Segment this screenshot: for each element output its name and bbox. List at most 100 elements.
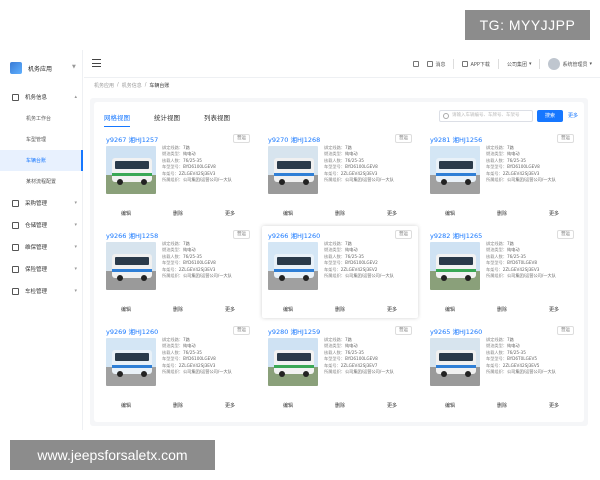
bus-photo[interactable] bbox=[268, 338, 318, 386]
more-button[interactable]: 更多 bbox=[549, 306, 559, 313]
edit-button[interactable]: 编辑 bbox=[283, 402, 293, 409]
vehicle-card[interactable]: y9282 湘HJ1265 营运 绑定线路：7路 燃油类型：纯电动 核载人数：76/25… bbox=[424, 226, 580, 318]
sidebar-group[interactable]: 机务信息 ▴ bbox=[0, 86, 83, 108]
sidebar-group[interactable]: 维保管理 ▾ bbox=[0, 236, 83, 258]
bus-photo[interactable] bbox=[106, 242, 156, 290]
more-button[interactable]: 更多 bbox=[387, 402, 397, 409]
vehicle-id[interactable]: y9282 湘HJ1265 bbox=[430, 230, 482, 240]
vehicle-id[interactable]: y9281 湘HJ1256 bbox=[430, 134, 482, 144]
delete-button[interactable]: 删除 bbox=[173, 210, 183, 217]
delete-button[interactable]: 删除 bbox=[173, 306, 183, 313]
org-switch-button[interactable]: 公司集团 ▾ bbox=[507, 61, 532, 68]
vehicle-id[interactable]: y9266 湘HJ1258 bbox=[106, 230, 158, 240]
chevron-down-icon[interactable]: ▼ bbox=[72, 64, 76, 70]
delete-button[interactable]: 删除 bbox=[497, 210, 507, 217]
sidebar-group-label: 仓储管理 bbox=[25, 223, 48, 229]
info-label: 燃油类型： bbox=[324, 343, 345, 349]
menu-collapse-icon[interactable] bbox=[92, 59, 101, 67]
search-input[interactable]: 请输入车辆编号、车牌号、车架号 bbox=[439, 110, 533, 122]
vehicle-info: 绑定线路：7路 燃油类型：纯电动 核载人数：76/25-35 车型型号：BYD6100… bbox=[324, 145, 394, 183]
vehicle-card[interactable]: y9266 湘HJ1260 营运 绑定线路：7路 燃油类型：纯电动 核载人数：76/25… bbox=[262, 226, 418, 318]
sidebar-item[interactable]: 某材流程配置 bbox=[0, 171, 83, 192]
delete-button[interactable]: 删除 bbox=[173, 402, 183, 409]
app-download-button[interactable]: APP下载 bbox=[462, 61, 490, 68]
tab-grid-view[interactable]: 网格视图 bbox=[104, 112, 130, 127]
more-button[interactable]: 更多 bbox=[387, 210, 397, 217]
bus-photo[interactable] bbox=[430, 146, 480, 194]
vehicle-card[interactable]: y9270 湘HJ1268 营运 绑定线路：7路 燃油类型：纯电动 核载人数：76/25… bbox=[262, 130, 418, 222]
info-label: 核载人数： bbox=[324, 157, 345, 163]
bus-photo[interactable] bbox=[106, 338, 156, 386]
info-label: 车架号： bbox=[324, 170, 341, 176]
edit-button[interactable]: 编辑 bbox=[283, 210, 293, 217]
sidebar-group[interactable]: 保险管理 ▾ bbox=[0, 258, 83, 280]
info-value: BYD6T0LGEV8 bbox=[506, 260, 538, 266]
more-button[interactable]: 更多 bbox=[225, 402, 235, 409]
info-value: BYD6T0LGEV5 bbox=[506, 356, 538, 362]
edit-button[interactable]: 编辑 bbox=[445, 306, 455, 313]
info-label: 燃油类型： bbox=[162, 343, 183, 349]
vehicle-id[interactable]: y9265 湘HJ1260 bbox=[430, 326, 482, 336]
sidebar-group[interactable]: 车检管理 ▾ bbox=[0, 280, 83, 302]
delete-button[interactable]: 删除 bbox=[497, 402, 507, 409]
more-button[interactable]: 更多 bbox=[225, 210, 235, 217]
vehicle-card[interactable]: y9267 湘HJ1257 营运 绑定线路：7路 燃油类型：纯电动 核载人数：76/25… bbox=[100, 130, 256, 222]
vehicle-card[interactable]: y9269 湘HJ1260 营运 绑定线路：7路 燃油类型：纯电动 核载人数：76/25… bbox=[100, 322, 256, 414]
edit-button[interactable]: 编辑 bbox=[283, 306, 293, 313]
more-button[interactable]: 更多 bbox=[549, 210, 559, 217]
card-actions: 编辑 删除 更多 bbox=[262, 306, 418, 313]
sidebar-group[interactable]: 采购管理 ▾ bbox=[0, 192, 83, 214]
edit-button[interactable]: 编辑 bbox=[445, 210, 455, 217]
sidebar-group[interactable]: 仓储管理 ▾ bbox=[0, 214, 83, 236]
bus-photo[interactable] bbox=[106, 146, 156, 194]
sidebar-item[interactable]: 车辆台账 bbox=[0, 150, 83, 171]
vehicle-card[interactable]: y9281 湘HJ1256 营运 绑定线路：7路 燃油类型：纯电动 核载人数：76/25… bbox=[424, 130, 580, 222]
delete-button[interactable]: 删除 bbox=[335, 306, 345, 313]
sidebar-item[interactable]: 机务工作台 bbox=[0, 108, 83, 129]
vehicle-info: 绑定线路：7路 燃油类型：纯电动 核载人数：76/25-35 车型型号：BYD6100… bbox=[162, 337, 232, 375]
delete-button[interactable]: 删除 bbox=[497, 306, 507, 313]
vehicle-id[interactable]: y9270 湘HJ1268 bbox=[268, 134, 320, 144]
vehicle-card[interactable]: y9280 湘HJ1259 营运 绑定线路：7路 燃油类型：纯电动 核载人数：76/25… bbox=[262, 322, 418, 414]
vehicle-id[interactable]: y9266 湘HJ1260 bbox=[268, 230, 320, 240]
message-button[interactable]: 消息 bbox=[427, 61, 445, 68]
delete-button[interactable]: 删除 bbox=[335, 402, 345, 409]
tab-stats-view[interactable]: 统计视图 bbox=[154, 112, 180, 127]
breadcrumb-item[interactable]: 机务信息 bbox=[122, 82, 142, 89]
info-value: 纯电动 bbox=[344, 343, 358, 349]
user-menu[interactable]: 系统管理员 ▾ bbox=[548, 58, 592, 70]
delete-button[interactable]: 删除 bbox=[335, 210, 345, 217]
bus-photo[interactable] bbox=[430, 338, 480, 386]
bus-photo[interactable] bbox=[268, 146, 318, 194]
bus-photo[interactable] bbox=[268, 242, 318, 290]
brand[interactable]: 机务应用 bbox=[10, 60, 52, 76]
search-button[interactable]: 搜索 bbox=[537, 110, 563, 122]
more-button[interactable]: 更多 bbox=[387, 306, 397, 313]
tab-list-view[interactable]: 列表视图 bbox=[204, 112, 230, 127]
vehicle-card[interactable]: y9265 湘HJ1260 营运 绑定线路：7路 燃油类型：纯电动 核载人数：76/25… bbox=[424, 322, 580, 414]
bus-photo[interactable] bbox=[430, 242, 480, 290]
more-filter-link[interactable]: 更多 bbox=[568, 112, 578, 119]
more-button[interactable]: 更多 bbox=[549, 402, 559, 409]
vehicle-id[interactable]: y9267 湘HJ1257 bbox=[106, 134, 158, 144]
info-value: 公司集团/运营公司/一大队 bbox=[344, 369, 394, 375]
vehicle-id[interactable]: y9269 湘HJ1260 bbox=[106, 326, 158, 336]
vehicle-id[interactable]: y9280 湘HJ1259 bbox=[268, 326, 320, 336]
info-value: 7路 bbox=[182, 337, 190, 342]
edit-button[interactable]: 编辑 bbox=[121, 402, 131, 409]
more-button[interactable]: 更多 bbox=[225, 306, 235, 313]
edit-button[interactable]: 编辑 bbox=[445, 402, 455, 409]
vehicle-info: 绑定线路：7路 燃油类型：纯电动 核载人数：76/25-35 车型型号：BYD6100… bbox=[324, 337, 394, 375]
chevron-down-icon: ▾ bbox=[74, 266, 77, 272]
edit-button[interactable]: 编辑 bbox=[121, 210, 131, 217]
info-label: 燃油类型： bbox=[324, 151, 345, 157]
info-label: 绑定线路： bbox=[486, 241, 507, 246]
info-label: 绑定线路： bbox=[162, 337, 183, 342]
vehicle-card[interactable]: y9266 湘HJ1258 营运 绑定线路：7路 燃油类型：纯电动 核载人数：76/25… bbox=[100, 226, 256, 318]
fullscreen-icon[interactable] bbox=[413, 61, 420, 67]
breadcrumb-item[interactable]: 机务应用 bbox=[94, 82, 114, 89]
edit-button[interactable]: 编辑 bbox=[121, 306, 131, 313]
info-label: 所属组织： bbox=[486, 273, 507, 279]
info-value: 7路 bbox=[344, 145, 352, 150]
sidebar-item[interactable]: 车型管理 bbox=[0, 129, 83, 150]
